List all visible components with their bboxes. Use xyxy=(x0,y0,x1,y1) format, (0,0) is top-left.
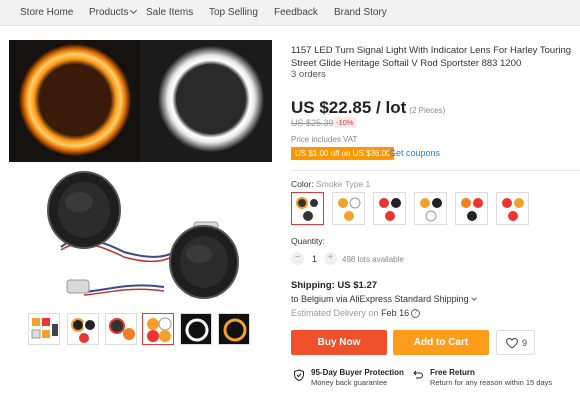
discount-badge: -10% xyxy=(333,117,357,128)
original-price: US $25.39 xyxy=(291,118,334,128)
thumbnail-2[interactable] xyxy=(67,313,99,345)
get-coupons-link[interactable]: Get coupons xyxy=(389,148,440,158)
color-swatch-6[interactable] xyxy=(496,192,529,225)
color-swatch-2[interactable] xyxy=(332,192,365,225)
color-swatch-1[interactable] xyxy=(291,192,324,225)
quantity-plus-button[interactable]: + xyxy=(324,252,337,265)
lots-available: 498 lots available xyxy=(342,255,404,264)
product-title: 1157 LED Turn Signal Light With Indicato… xyxy=(291,45,572,69)
product-main-image[interactable] xyxy=(9,40,272,303)
white-light-photo xyxy=(140,40,272,162)
thumbnail-6[interactable] xyxy=(218,313,250,345)
delivery-label: Estimated Delivery on xyxy=(291,308,379,318)
nav-products-label: Products xyxy=(89,7,129,18)
color-value: Smoke Type 1 xyxy=(316,179,371,189)
return-icon xyxy=(413,370,423,379)
buyer-protection-subtitle: Money back guarantee xyxy=(311,378,388,387)
nav-sale-items[interactable]: Sale Items xyxy=(146,7,193,18)
quantity-minus-button[interactable]: − xyxy=(291,252,304,265)
wishlist-button[interactable]: 9 xyxy=(496,330,535,355)
buy-now-button[interactable]: Buy Now xyxy=(291,330,387,355)
nav-top-selling[interactable]: Top Selling xyxy=(209,7,258,18)
orders-count: 3 orders xyxy=(291,69,326,80)
price-value: US $22.85 / lot xyxy=(291,98,407,117)
ship-to-selector[interactable]: to Belgium via AliExpress Standard Shipp… xyxy=(291,294,477,304)
nav-store-home[interactable]: Store Home xyxy=(20,7,73,18)
chevron-down-icon xyxy=(470,295,477,301)
estimated-delivery: Estimated Delivery on Feb 16? xyxy=(291,308,421,319)
thumbnail-strip xyxy=(28,313,256,345)
shield-check-icon xyxy=(294,369,304,381)
thumbnail-4[interactable] xyxy=(142,313,174,345)
vat-note: Price includes VAT xyxy=(291,135,358,144)
free-return-subtitle: Return for any reason within 15 days xyxy=(430,378,553,387)
price: US $22.85 / lot (2 Pieces) xyxy=(291,98,445,118)
color-swatch-5[interactable] xyxy=(455,192,488,225)
color-label: Color: Smoke Type 1 xyxy=(291,179,370,189)
quantity-value[interactable]: 1 xyxy=(312,254,317,264)
nav-brand-story[interactable]: Brand Story xyxy=(334,7,387,18)
thumbnail-1[interactable] xyxy=(28,313,60,345)
add-to-cart-button[interactable]: Add to Cart xyxy=(393,330,489,355)
product-lights-photo xyxy=(47,171,239,299)
wishlist-count: 9 xyxy=(522,338,528,348)
free-return-title: Free Return xyxy=(430,368,475,377)
thumbnail-3[interactable] xyxy=(105,313,137,345)
coupon-badge: US $1.00 off on US $36.00 xyxy=(291,147,395,160)
store-nav-bar: Store Home Products Sale Items Top Selli… xyxy=(0,0,580,26)
color-swatch-4[interactable] xyxy=(414,192,447,225)
heart-icon xyxy=(506,338,518,349)
delivery-date: Feb 16 xyxy=(381,308,410,318)
buyer-protection-title: 95-Day Buyer Protection xyxy=(311,368,404,377)
divider xyxy=(291,170,580,171)
thumbnail-5[interactable] xyxy=(180,313,212,345)
shipping-cost: Shipping: US $1.27 xyxy=(291,280,378,291)
nav-products[interactable]: Products xyxy=(89,6,138,18)
help-icon[interactable]: ? xyxy=(411,309,421,319)
color-swatch-3[interactable] xyxy=(373,192,406,225)
quantity-label: Quantity: xyxy=(291,236,326,246)
pieces-note: (2 Pieces) xyxy=(409,106,446,115)
ship-to-text: to Belgium via AliExpress Standard Shipp… xyxy=(291,294,469,304)
amber-light-photo xyxy=(9,40,140,162)
chevron-down-icon xyxy=(130,6,138,15)
nav-feedback[interactable]: Feedback xyxy=(274,7,318,18)
color-label-text: Color: xyxy=(291,179,314,189)
